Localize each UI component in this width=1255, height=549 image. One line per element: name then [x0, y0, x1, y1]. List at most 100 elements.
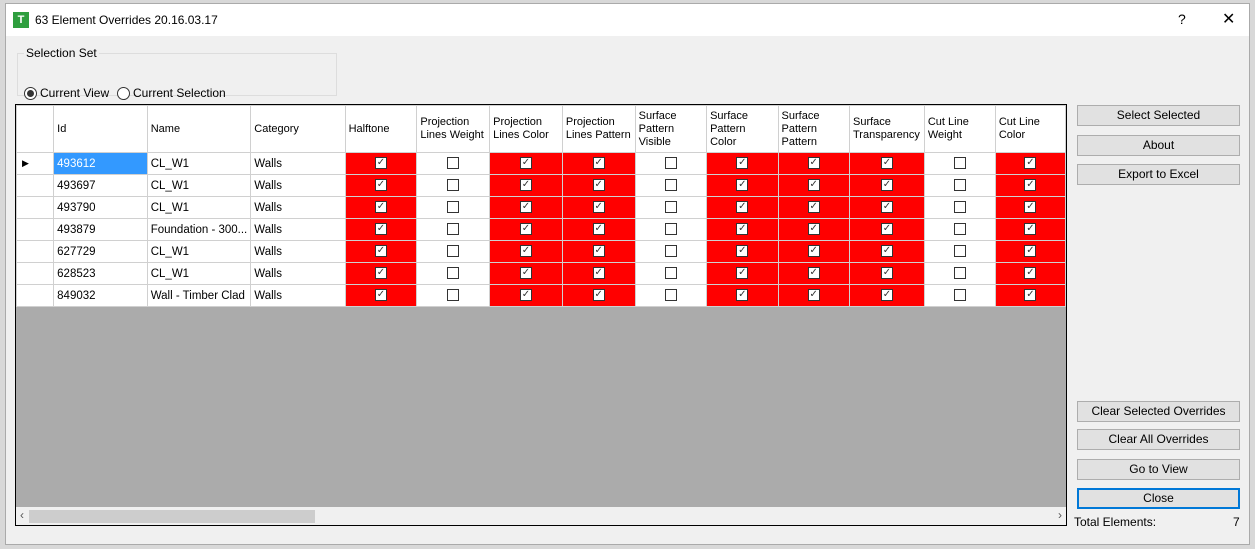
- checkbox-unchecked[interactable]: [953, 289, 966, 302]
- table-row[interactable]: 627729 CL_W1 Walls ✓ ✓ ✓ ✓ ✓ ✓ ✓: [16, 240, 1066, 263]
- override-cell[interactable]: [416, 174, 491, 197]
- checkbox-checked[interactable]: ✓: [880, 179, 893, 192]
- override-cell[interactable]: ✓: [489, 262, 563, 285]
- override-cell[interactable]: [923, 262, 996, 285]
- table-row[interactable]: 849032 Wall - Timber Clad Walls ✓ ✓ ✓ ✓ ✓ ✓ ✓: [16, 284, 1066, 307]
- row-header[interactable]: [16, 262, 55, 285]
- override-cell[interactable]: ✓: [344, 284, 418, 307]
- checkbox-unchecked[interactable]: [953, 245, 966, 258]
- override-cell[interactable]: ✓: [344, 196, 418, 219]
- override-cell[interactable]: ✓: [994, 218, 1066, 241]
- column-header[interactable]: Projection Lines Weight: [416, 105, 491, 153]
- cell-id[interactable]: 628523: [53, 262, 148, 285]
- cell-id[interactable]: 493790: [53, 196, 148, 219]
- override-cell[interactable]: [634, 152, 708, 175]
- checkbox-unchecked[interactable]: [664, 223, 677, 236]
- checkbox-checked[interactable]: ✓: [592, 267, 605, 280]
- clear-selected-overrides-button[interactable]: Clear Selected Overrides: [1077, 401, 1240, 422]
- column-header[interactable]: Halftone: [344, 105, 418, 153]
- checkbox-checked[interactable]: ✓: [807, 157, 820, 170]
- cell-category[interactable]: Walls: [250, 196, 346, 219]
- override-cell[interactable]: ✓: [561, 196, 636, 219]
- override-cell[interactable]: ✓: [994, 262, 1066, 285]
- radio-current-view[interactable]: Current View: [24, 86, 109, 100]
- checkbox-checked[interactable]: ✓: [374, 201, 387, 214]
- override-cell[interactable]: [416, 284, 491, 307]
- checkbox-unchecked[interactable]: [664, 267, 677, 280]
- cell-category[interactable]: Walls: [250, 240, 346, 263]
- override-cell[interactable]: ✓: [489, 284, 563, 307]
- checkbox-unchecked[interactable]: [953, 223, 966, 236]
- about-button[interactable]: About: [1077, 135, 1240, 156]
- cell-category[interactable]: Walls: [250, 218, 346, 241]
- cell-name[interactable]: Foundation - 300...: [146, 218, 252, 241]
- row-header[interactable]: [16, 196, 55, 219]
- cell-id[interactable]: 493697: [53, 174, 148, 197]
- checkbox-checked[interactable]: ✓: [736, 223, 749, 236]
- override-cell[interactable]: ✓: [561, 284, 636, 307]
- checkbox-checked[interactable]: ✓: [880, 223, 893, 236]
- override-cell[interactable]: ✓: [777, 196, 850, 219]
- cell-category[interactable]: Walls: [250, 174, 346, 197]
- checkbox-unchecked[interactable]: [447, 289, 460, 302]
- checkbox-unchecked[interactable]: [447, 223, 460, 236]
- override-cell[interactable]: ✓: [561, 262, 636, 285]
- checkbox-checked[interactable]: ✓: [1024, 179, 1037, 192]
- close-button[interactable]: Close: [1077, 488, 1240, 509]
- checkbox-checked[interactable]: ✓: [736, 267, 749, 280]
- override-cell[interactable]: ✓: [489, 152, 563, 175]
- checkbox-checked[interactable]: ✓: [736, 157, 749, 170]
- checkbox-checked[interactable]: ✓: [374, 267, 387, 280]
- checkbox-checked[interactable]: ✓: [520, 223, 532, 236]
- checkbox-checked[interactable]: ✓: [807, 201, 820, 214]
- override-cell[interactable]: ✓: [777, 218, 850, 241]
- checkbox-checked[interactable]: ✓: [736, 245, 749, 258]
- checkbox-checked[interactable]: ✓: [374, 223, 387, 236]
- table-row[interactable]: ▶ 493612 CL_W1 Walls ✓ ✓ ✓ ✓ ✓ ✓ ✓: [16, 152, 1066, 175]
- override-cell[interactable]: [634, 196, 708, 219]
- checkbox-checked[interactable]: ✓: [807, 179, 820, 192]
- checkbox-unchecked[interactable]: [447, 267, 460, 280]
- override-cell[interactable]: [416, 196, 491, 219]
- override-cell[interactable]: ✓: [344, 218, 418, 241]
- override-cell[interactable]: ✓: [848, 240, 925, 263]
- checkbox-checked[interactable]: ✓: [520, 289, 532, 302]
- row-header[interactable]: [16, 284, 55, 307]
- checkbox-unchecked[interactable]: [447, 201, 460, 214]
- override-cell[interactable]: ✓: [994, 284, 1066, 307]
- checkbox-checked[interactable]: ✓: [374, 245, 387, 258]
- column-header[interactable]: Surface Pattern Color: [706, 105, 779, 153]
- override-cell[interactable]: [634, 284, 708, 307]
- override-cell[interactable]: [923, 152, 996, 175]
- cell-name[interactable]: CL_W1: [146, 262, 252, 285]
- checkbox-unchecked[interactable]: [664, 245, 677, 258]
- checkbox-checked[interactable]: ✓: [1024, 289, 1037, 302]
- checkbox-checked[interactable]: ✓: [736, 289, 749, 302]
- checkbox-checked[interactable]: ✓: [592, 223, 605, 236]
- override-cell[interactable]: ✓: [994, 240, 1066, 263]
- select-selected-button[interactable]: Select Selected: [1077, 105, 1240, 126]
- checkbox-unchecked[interactable]: [447, 157, 460, 170]
- override-cell[interactable]: ✓: [706, 196, 779, 219]
- override-cell[interactable]: [416, 218, 491, 241]
- cell-name[interactable]: Wall - Timber Clad: [146, 284, 252, 307]
- cell-name[interactable]: CL_W1: [146, 240, 252, 263]
- checkbox-checked[interactable]: ✓: [880, 267, 893, 280]
- override-cell[interactable]: [634, 174, 708, 197]
- override-cell[interactable]: ✓: [344, 174, 418, 197]
- cell-name[interactable]: CL_W1: [146, 196, 252, 219]
- override-cell[interactable]: ✓: [706, 152, 779, 175]
- override-cell[interactable]: ✓: [994, 152, 1066, 175]
- go-to-view-button[interactable]: Go to View: [1077, 459, 1240, 480]
- radio-current-selection[interactable]: Current Selection: [117, 86, 226, 100]
- override-cell[interactable]: ✓: [848, 284, 925, 307]
- checkbox-checked[interactable]: ✓: [520, 201, 532, 214]
- override-cell[interactable]: [923, 174, 996, 197]
- override-cell[interactable]: ✓: [706, 240, 779, 263]
- checkbox-unchecked[interactable]: [664, 201, 677, 214]
- export-to-excel-button[interactable]: Export to Excel: [1077, 164, 1240, 185]
- table-row[interactable]: 493790 CL_W1 Walls ✓ ✓ ✓ ✓ ✓ ✓ ✓: [16, 196, 1066, 219]
- override-cell[interactable]: [634, 218, 708, 241]
- checkbox-checked[interactable]: ✓: [1024, 201, 1037, 214]
- override-cell[interactable]: ✓: [777, 284, 850, 307]
